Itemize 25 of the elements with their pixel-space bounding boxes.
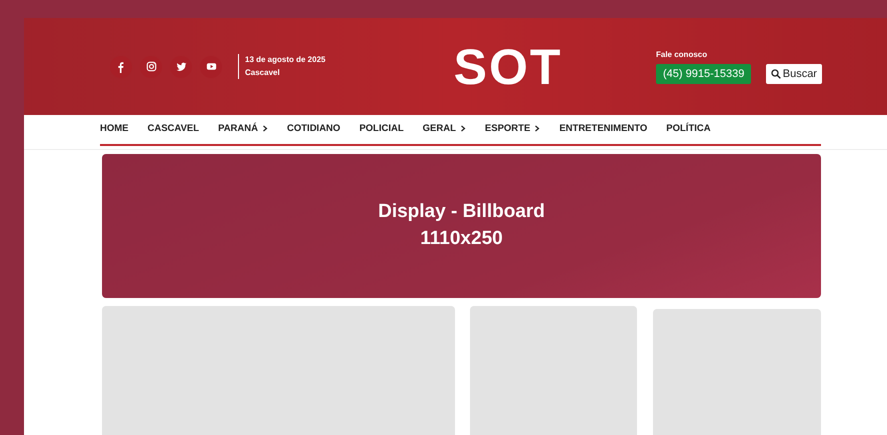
nav-link[interactable]: ESPORTE bbox=[484, 122, 540, 137]
nav-link[interactable]: POLÍTICA bbox=[666, 122, 711, 137]
search-button[interactable]: Buscar bbox=[766, 64, 822, 84]
nav-link[interactable]: ENTRETENIMENTO bbox=[559, 122, 648, 137]
city-text: Cascavel bbox=[245, 66, 281, 78]
phone-badge[interactable]: (45) 9915-15339 bbox=[656, 64, 752, 84]
nav-link[interactable]: POLICIAL bbox=[359, 122, 404, 137]
nav-link[interactable]: GERAL bbox=[422, 122, 466, 137]
site-logo[interactable]: SOT bbox=[454, 42, 562, 92]
bird-icon[interactable] bbox=[170, 56, 192, 78]
nav-link[interactable]: COTIDIANO bbox=[287, 122, 340, 137]
facebook-icon[interactable] bbox=[110, 56, 132, 78]
billboard-size: 1110x250 bbox=[420, 227, 503, 251]
search-icon bbox=[770, 69, 781, 79]
nav-link[interactable]: HOME bbox=[100, 122, 128, 137]
billboard-title: Display - Billboard bbox=[378, 200, 545, 224]
nav-link[interactable]: CASCAVEL bbox=[148, 122, 200, 137]
nav-link[interactable]: PARANÁ bbox=[218, 122, 268, 137]
date-text: 13 de agosto de 2025 bbox=[245, 54, 326, 66]
chevron-icon bbox=[460, 125, 466, 132]
instagram-icon[interactable] bbox=[140, 56, 162, 78]
chevron-icon bbox=[262, 125, 268, 132]
video-play-icon[interactable] bbox=[200, 56, 222, 78]
contact-label: Fale conosco bbox=[656, 48, 708, 61]
chevron-icon bbox=[534, 125, 540, 132]
